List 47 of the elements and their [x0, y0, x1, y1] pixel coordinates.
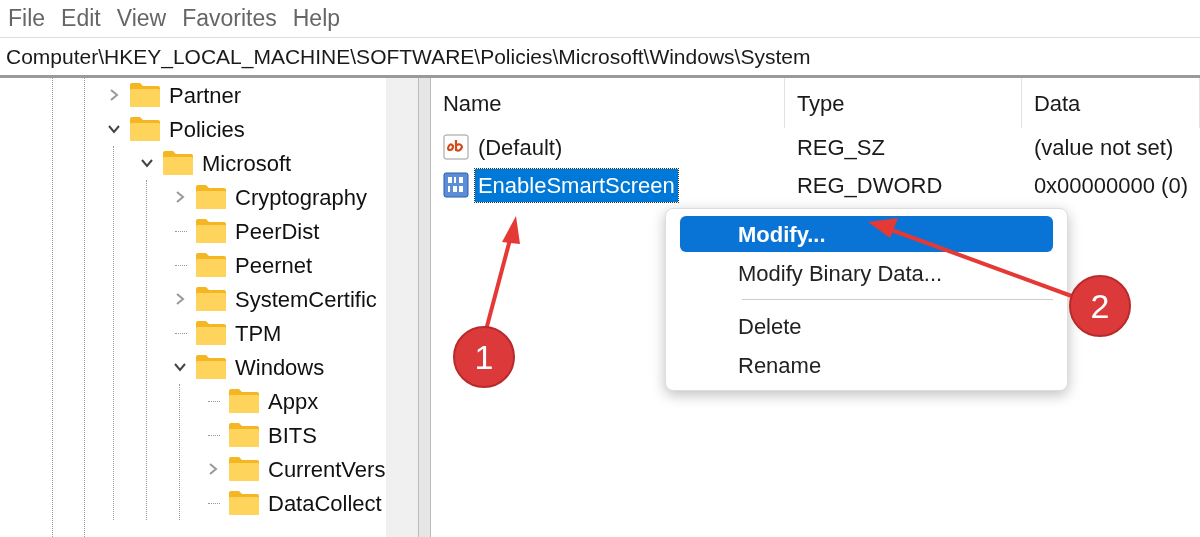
tree-item[interactable]: Appx	[268, 384, 319, 418]
folder-icon	[129, 82, 161, 108]
tree-item[interactable]: Windows	[235, 350, 325, 384]
pane-splitter[interactable]	[418, 78, 431, 537]
tree-item[interactable]: Microsoft	[202, 146, 292, 180]
value-name[interactable]: EnableSmartScreen	[474, 168, 678, 202]
value-data: (value not set)	[1032, 133, 1175, 162]
menu-item[interactable]: Rename	[680, 347, 1053, 383]
folder-icon	[195, 218, 227, 244]
folder-icon	[195, 286, 227, 312]
menu-item[interactable]: Edit	[53, 1, 109, 36]
menu-item[interactable]: Favorites	[174, 1, 285, 36]
value-data: 0x00000000 (0)	[1032, 171, 1189, 200]
menu-item[interactable]: Help	[284, 1, 349, 36]
folder-icon	[195, 252, 227, 278]
folder-icon	[228, 456, 260, 482]
tree-item[interactable]: Policies	[169, 112, 245, 146]
binary-value-icon	[442, 172, 469, 198]
folder-icon	[228, 388, 260, 414]
menu-item[interactable]: Modify Binary Data...	[680, 255, 1053, 291]
value-name[interactable]: (Default)	[474, 130, 566, 164]
string-value-icon	[442, 134, 469, 160]
tree-item[interactable]: TPM	[235, 316, 282, 350]
tree-item[interactable]: SystemCertific	[235, 282, 377, 316]
folder-icon	[195, 354, 227, 380]
tree-item[interactable]: Peernet	[235, 248, 313, 282]
menu-item[interactable]: Modify...	[680, 216, 1053, 252]
folder-icon	[195, 320, 227, 346]
menu-item[interactable]: File	[0, 1, 54, 36]
column-header[interactable]: Name	[430, 78, 785, 128]
column-header[interactable]: Type	[784, 78, 1022, 128]
folder-icon	[195, 184, 227, 210]
tree-item[interactable]: Cryptography	[235, 180, 368, 214]
menu-item[interactable]: Delete	[680, 308, 1053, 344]
folder-icon	[228, 490, 260, 516]
menu-item[interactable]: View	[108, 1, 175, 36]
tree-item[interactable]: BITS	[268, 418, 317, 452]
folder-icon	[129, 116, 161, 142]
tree-item[interactable]: CurrentVers	[268, 452, 386, 486]
folder-icon	[228, 422, 260, 448]
tree-item[interactable]: DataCollect	[268, 486, 382, 520]
value-type: REG_SZ	[795, 133, 886, 162]
tree-item[interactable]: PeerDist	[235, 214, 320, 248]
column-header[interactable]: Data	[1021, 78, 1200, 128]
value-type: REG_DWORD	[795, 171, 944, 200]
tree-item[interactable]: Partner	[169, 78, 242, 112]
folder-icon	[162, 150, 194, 176]
